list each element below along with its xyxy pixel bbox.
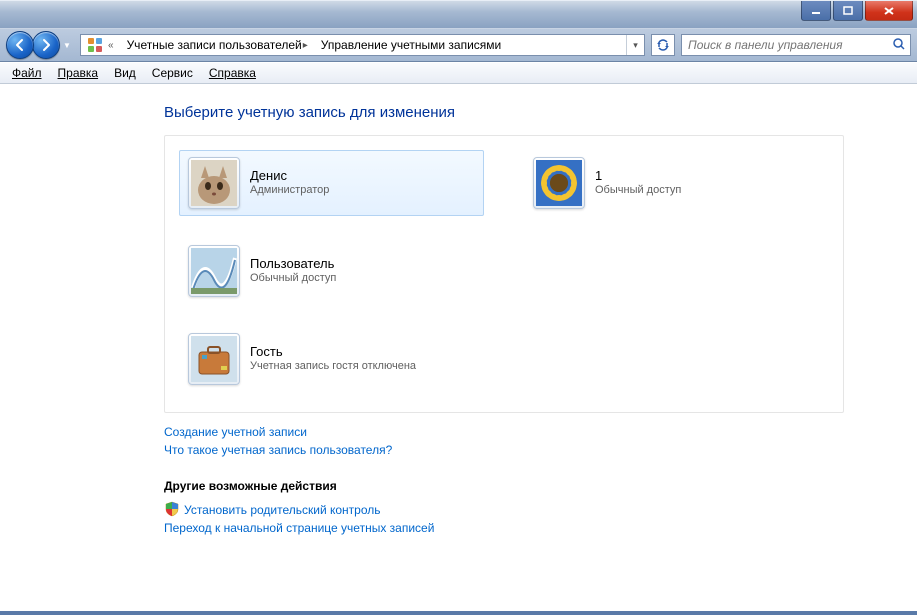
account-role: Администратор <box>250 183 329 197</box>
menu-edit[interactable]: Правка <box>50 64 107 82</box>
arrow-left-icon <box>13 38 27 52</box>
account-text: 1Обычный доступ <box>595 168 681 197</box>
other-actions-heading: Другие возможные действия <box>164 479 844 493</box>
menu-file[interactable]: Файл <box>4 64 50 82</box>
link-goto-accounts-home[interactable]: Переход к начальной странице учетных зап… <box>164 521 844 535</box>
window-controls <box>799 1 913 21</box>
menu-file-label: Файл <box>12 66 42 80</box>
minimize-icon <box>811 6 821 16</box>
account-name: Пользователь <box>250 256 336 271</box>
accounts-panel: ДенисАдминистратор1Обычный доступПользов… <box>164 135 844 413</box>
breadcrumb-label-2: Управление учетными записями <box>321 38 501 52</box>
account-text: ГостьУчетная запись гостя отключена <box>250 344 416 373</box>
search-input[interactable] <box>686 37 892 53</box>
window-border-bottom <box>0 611 917 615</box>
avatar <box>188 333 240 385</box>
avatar <box>188 245 240 297</box>
account-role: Обычный доступ <box>595 183 681 197</box>
back-button[interactable] <box>6 31 34 59</box>
breadcrumb-segment-1[interactable]: Учетные записи пользователей ▸ <box>121 35 315 55</box>
account-name: Гость <box>250 344 416 359</box>
control-panel-icon <box>87 37 103 53</box>
breadcrumb-segment-2[interactable]: Управление учетными записями <box>315 35 505 55</box>
window-maximize-button[interactable] <box>833 1 863 21</box>
menu-help-label: Справка <box>209 66 256 80</box>
breadcrumb-bar[interactable]: « Учетные записи пользователей ▸ Управле… <box>80 34 645 56</box>
menu-help[interactable]: Справка <box>201 64 264 82</box>
breadcrumb-label-1: Учетные записи пользователей <box>127 38 302 52</box>
account-text: ДенисАдминистратор <box>250 168 329 197</box>
link-what-is-account[interactable]: Что такое учетная запись пользователя? <box>164 443 844 457</box>
shield-icon <box>164 501 180 517</box>
link-parental-label: Установить родительский контроль <box>184 503 381 517</box>
menu-bar: Файл Правка Вид Сервис Справка <box>0 62 917 84</box>
search-box[interactable] <box>681 34 911 56</box>
account-text: ПользовательОбычный доступ <box>250 256 336 285</box>
account-role: Обычный доступ <box>250 271 336 285</box>
menu-tools[interactable]: Сервис <box>144 64 201 82</box>
window-titlebar <box>0 0 917 28</box>
menu-edit-label: Правка <box>58 66 99 80</box>
menu-view-label: Вид <box>114 66 136 80</box>
account-tile[interactable]: ГостьУчетная запись гостя отключена <box>179 326 829 392</box>
refresh-button[interactable] <box>651 34 675 56</box>
refresh-icon <box>656 38 670 52</box>
nav-buttons: ▼ <box>6 31 74 59</box>
link-parental-control[interactable]: Установить родительский контроль <box>164 501 844 517</box>
account-tile[interactable]: ДенисАдминистратор <box>179 150 484 216</box>
breadcrumb-prefix: « <box>107 40 117 51</box>
window-close-button[interactable] <box>865 1 913 21</box>
arrow-right-icon <box>39 38 53 52</box>
page-title: Выберите учетную запись для изменения <box>164 104 844 121</box>
menu-view[interactable]: Вид <box>106 64 144 82</box>
link-create-account[interactable]: Создание учетной записи <box>164 425 844 439</box>
nav-history-dropdown[interactable]: ▼ <box>60 36 74 54</box>
account-name: Денис <box>250 168 329 183</box>
account-tile[interactable]: ПользовательОбычный доступ <box>179 238 484 304</box>
maximize-icon <box>843 6 853 16</box>
navigation-row: ▼ « Учетные записи пользователей ▸ Управ… <box>0 28 917 62</box>
account-name: 1 <box>595 168 681 183</box>
avatar <box>533 157 585 209</box>
menu-tools-label: Сервис <box>152 66 193 80</box>
address-dropdown[interactable]: ▾ <box>626 35 644 55</box>
content-area: Выберите учетную запись для изменения Де… <box>0 84 917 611</box>
account-role: Учетная запись гостя отключена <box>250 359 416 373</box>
close-icon <box>883 6 895 16</box>
avatar <box>188 157 240 209</box>
window-minimize-button[interactable] <box>801 1 831 21</box>
search-icon <box>892 37 906 54</box>
forward-button[interactable] <box>32 31 60 59</box>
account-tile[interactable]: 1Обычный доступ <box>524 150 829 216</box>
chevron-right-icon: ▸ <box>302 40 311 51</box>
